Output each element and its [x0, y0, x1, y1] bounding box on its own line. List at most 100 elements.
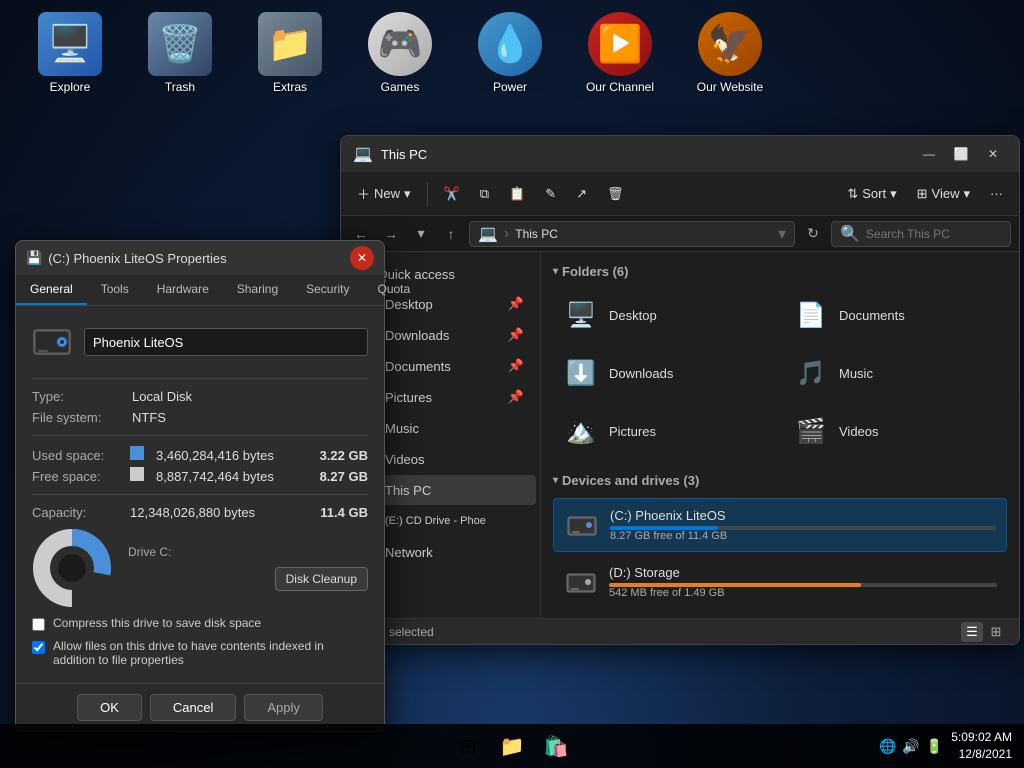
capacity-label: Capacity:: [32, 505, 122, 520]
trash-icon: 🗑️: [148, 12, 212, 76]
folder-downloads-icon: ⬇️: [563, 355, 599, 391]
drive-item-c[interactable]: (C:) Phoenix LiteOS 8.27 GB free of 11.4…: [553, 498, 1007, 552]
tab-hardware[interactable]: Hardware: [143, 275, 223, 305]
refresh-button[interactable]: ↻: [801, 222, 825, 246]
props-drive-icon: [32, 322, 72, 362]
folder-desktop-label: Desktop: [609, 308, 657, 323]
folder-documents-label: Documents: [839, 308, 905, 323]
sort-button[interactable]: ⇅ Sort ▾: [839, 182, 904, 206]
trash-label: Trash: [165, 80, 195, 94]
sidebar-videos-label: Videos: [385, 452, 425, 467]
store-icon: 🛍️: [544, 734, 569, 759]
tab-general[interactable]: General: [16, 275, 87, 305]
new-button[interactable]: ＋ New ▾: [349, 180, 419, 207]
desktop-icon-power[interactable]: 💧 Power: [470, 12, 550, 94]
apply-button[interactable]: Apply: [244, 694, 323, 721]
desktop-icon-website[interactable]: 🦅 Our Website: [690, 12, 770, 94]
free-label: Free space:: [32, 469, 122, 484]
taskbar-clock: 5:09:02 AM 12/8/2021: [951, 729, 1012, 763]
search-input[interactable]: [866, 227, 1002, 241]
folder-music-icon: 🎵: [793, 355, 829, 391]
folders-section-header: ▾ Folders (6): [553, 264, 1007, 279]
folder-item-downloads[interactable]: ⬇️ Downloads: [553, 347, 777, 399]
free-color-icon: [130, 467, 144, 481]
tab-security[interactable]: Security: [292, 275, 363, 305]
pie-chart: [32, 528, 112, 608]
folder-item-videos[interactable]: 🎬 Videos: [783, 405, 1007, 457]
address-path-icon: 💻: [478, 224, 498, 244]
search-bar[interactable]: 🔍: [831, 221, 1011, 247]
filesystem-label: File system:: [32, 410, 132, 425]
explorer-main-content: ▾ Folders (6) 🖥️ Desktop 📄 Documents ⬇️ …: [541, 252, 1019, 618]
folders-chevron-icon: ▾: [553, 266, 558, 277]
search-icon: 🔍: [840, 224, 860, 244]
desktop-icon-games[interactable]: 🎮 Games: [360, 12, 440, 94]
folder-downloads-label: Downloads: [609, 366, 673, 381]
status-view-buttons: ☰ ⊞: [961, 622, 1007, 642]
paste-button[interactable]: 📋: [501, 182, 533, 206]
desktop-icon-channel[interactable]: ▶️ Our Channel: [580, 12, 660, 94]
drives-chevron-icon: ▾: [553, 475, 558, 486]
used-bytes: 3,460,284,416 bytes: [156, 448, 312, 463]
d-drive-icon: [563, 564, 599, 600]
channel-icon: ▶️: [588, 12, 652, 76]
power-icon: 💧: [478, 12, 542, 76]
explorer-window: 💻 This PC — ⬜ ✕ ＋ New ▾ ✂️ ⧉: [340, 135, 1020, 645]
ok-button[interactable]: OK: [77, 694, 142, 721]
explorer-body: ★ Quick access 🖥️ Desktop 📌 ⬇️ Downloads…: [341, 252, 1019, 618]
view-details-button[interactable]: ☰: [961, 622, 983, 642]
folder-item-desktop[interactable]: 🖥️ Desktop: [553, 289, 777, 341]
sort-label: Sort: [862, 186, 886, 201]
compress-checkbox[interactable]: [32, 618, 45, 631]
desktop-icon-explore[interactable]: 🖥️ Explore: [30, 12, 110, 94]
cut-button[interactable]: ✂️: [436, 182, 468, 206]
desktop-icons-row: 🖥️ Explore 🗑️ Trash 📁 Extras 🎮 Games 💧 P…: [0, 0, 1024, 106]
desktop-icon-extras[interactable]: 📁 Extras: [250, 12, 330, 94]
cancel-button[interactable]: Cancel: [150, 694, 236, 721]
folder-item-pictures[interactable]: 🏔️ Pictures: [553, 405, 777, 457]
taskbar-store-button[interactable]: 🛍️: [538, 728, 574, 764]
maximize-button[interactable]: ⬜: [947, 144, 975, 164]
props-free-row: Free space: 8,887,742,464 bytes 8.27 GB: [32, 467, 368, 484]
folders-grid: 🖥️ Desktop 📄 Documents ⬇️ Downloads 🎵 Mu…: [553, 289, 1007, 457]
sort-arrow-icon: ▾: [890, 186, 897, 202]
drive-item-d[interactable]: (D:) Storage 542 MB free of 1.49 GB: [553, 556, 1007, 608]
minimize-button[interactable]: —: [915, 144, 943, 164]
folder-documents-icon: 📄: [793, 297, 829, 333]
props-type-row: Type: Local Disk: [32, 389, 368, 404]
more-button[interactable]: ···: [982, 182, 1011, 205]
properties-titlebar: 💾 (C:) Phoenix LiteOS Properties ✕: [16, 241, 384, 275]
taskbar-folder-button[interactable]: 📁: [494, 728, 530, 764]
close-button[interactable]: ✕: [979, 144, 1007, 164]
taskbar-start-button[interactable]: ⊞: [450, 728, 486, 764]
properties-title-text: (C:) Phoenix LiteOS Properties: [48, 251, 226, 266]
rename-button[interactable]: ✎: [537, 182, 564, 206]
view-button[interactable]: ⊞ View ▾: [909, 182, 978, 206]
nav-up-button[interactable]: ↑: [439, 222, 463, 246]
disk-cleanup-button[interactable]: Disk Cleanup: [275, 567, 368, 591]
view-label: View: [932, 186, 960, 201]
desktop-icon-trash[interactable]: 🗑️ Trash: [140, 12, 220, 94]
delete-button[interactable]: 🗑: [599, 182, 632, 206]
tab-tools[interactable]: Tools: [87, 275, 143, 305]
index-checkbox[interactable]: [32, 641, 45, 654]
taskbar: ⊞ 📁 🛍️ 🌐 🔊 🔋 5:09:02 AM 12/8/2021: [0, 724, 1024, 768]
nav-dropdown-button[interactable]: ▾: [409, 222, 433, 246]
copy-button[interactable]: ⧉: [472, 182, 497, 206]
properties-title: 💾 (C:) Phoenix LiteOS Properties: [26, 250, 227, 266]
d-drive-space: 542 MB free of 1.49 GB: [609, 587, 997, 599]
tab-quota[interactable]: Quota: [363, 275, 424, 305]
games-label: Games: [381, 80, 420, 94]
d-drive-name: (D:) Storage: [609, 565, 997, 580]
properties-header-row: [32, 322, 368, 362]
drive-name-input[interactable]: [84, 328, 368, 356]
folder-item-documents[interactable]: 📄 Documents: [783, 289, 1007, 341]
address-dropdown-icon: ▾: [778, 224, 786, 244]
tab-sharing[interactable]: Sharing: [223, 275, 292, 305]
share-button[interactable]: ↗: [568, 182, 595, 206]
folder-item-music[interactable]: 🎵 Music: [783, 347, 1007, 399]
view-tiles-button[interactable]: ⊞: [985, 622, 1007, 642]
properties-close-button[interactable]: ✕: [350, 246, 374, 270]
extras-label: Extras: [273, 80, 307, 94]
address-bar[interactable]: 💻 › This PC ▾: [469, 221, 795, 247]
